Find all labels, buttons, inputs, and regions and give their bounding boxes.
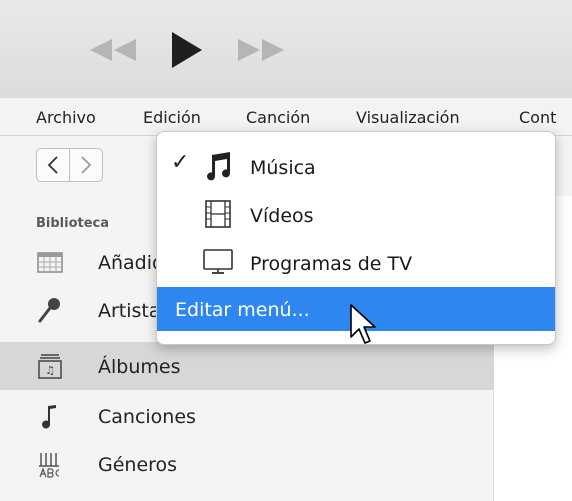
previous-track-button[interactable] [84, 30, 142, 70]
play-icon [172, 32, 202, 68]
music-note-icon [207, 152, 231, 181]
play-button[interactable] [164, 30, 208, 70]
sidebar-item-label: Géneros [98, 454, 178, 476]
menu-item-tv-shows[interactable]: Programas de TV [157, 238, 555, 286]
fast-forward-icon [238, 39, 284, 61]
genres-icon [39, 453, 60, 478]
sidebar-item-songs[interactable]: Canciones [0, 392, 494, 440]
next-track-button[interactable] [232, 30, 290, 70]
sidebar-item-label: Canciones [98, 406, 196, 428]
sidebar-item-genres[interactable]: Géneros [0, 440, 494, 488]
sidebar-item-albums[interactable]: ♫ Álbumes [0, 342, 494, 390]
menu-item-videos[interactable]: Vídeos [157, 190, 555, 238]
library-header: Biblioteca [36, 216, 110, 231]
menu-item-label: Vídeos [250, 205, 314, 227]
calendar-grid-icon [37, 252, 63, 273]
back-button[interactable] [36, 148, 70, 182]
chevron-left-icon [47, 156, 58, 174]
svg-text:♫: ♫ [45, 364, 55, 377]
checkmark-icon: ✓ [171, 150, 190, 175]
menu-item-music[interactable]: ✓ Música [157, 142, 555, 190]
album-icon: ♫ [38, 354, 62, 379]
player-toolbar [0, 0, 572, 98]
microphone-icon [38, 298, 60, 323]
menu-archivo[interactable]: Archivo [36, 98, 96, 136]
menu-item-label: Programas de TV [250, 253, 413, 275]
music-note-icon [42, 405, 56, 429]
menu-item-label: Editar menú... [175, 299, 310, 321]
mouse-pointer-icon [350, 304, 376, 344]
sidebar-item-label: Álbumes [98, 356, 181, 378]
rewind-icon [90, 39, 136, 61]
menu-item-label: Música [250, 157, 316, 179]
tv-monitor-icon [203, 249, 233, 274]
chevron-right-icon [81, 156, 92, 174]
film-icon [205, 200, 231, 228]
forward-button[interactable] [69, 148, 103, 182]
